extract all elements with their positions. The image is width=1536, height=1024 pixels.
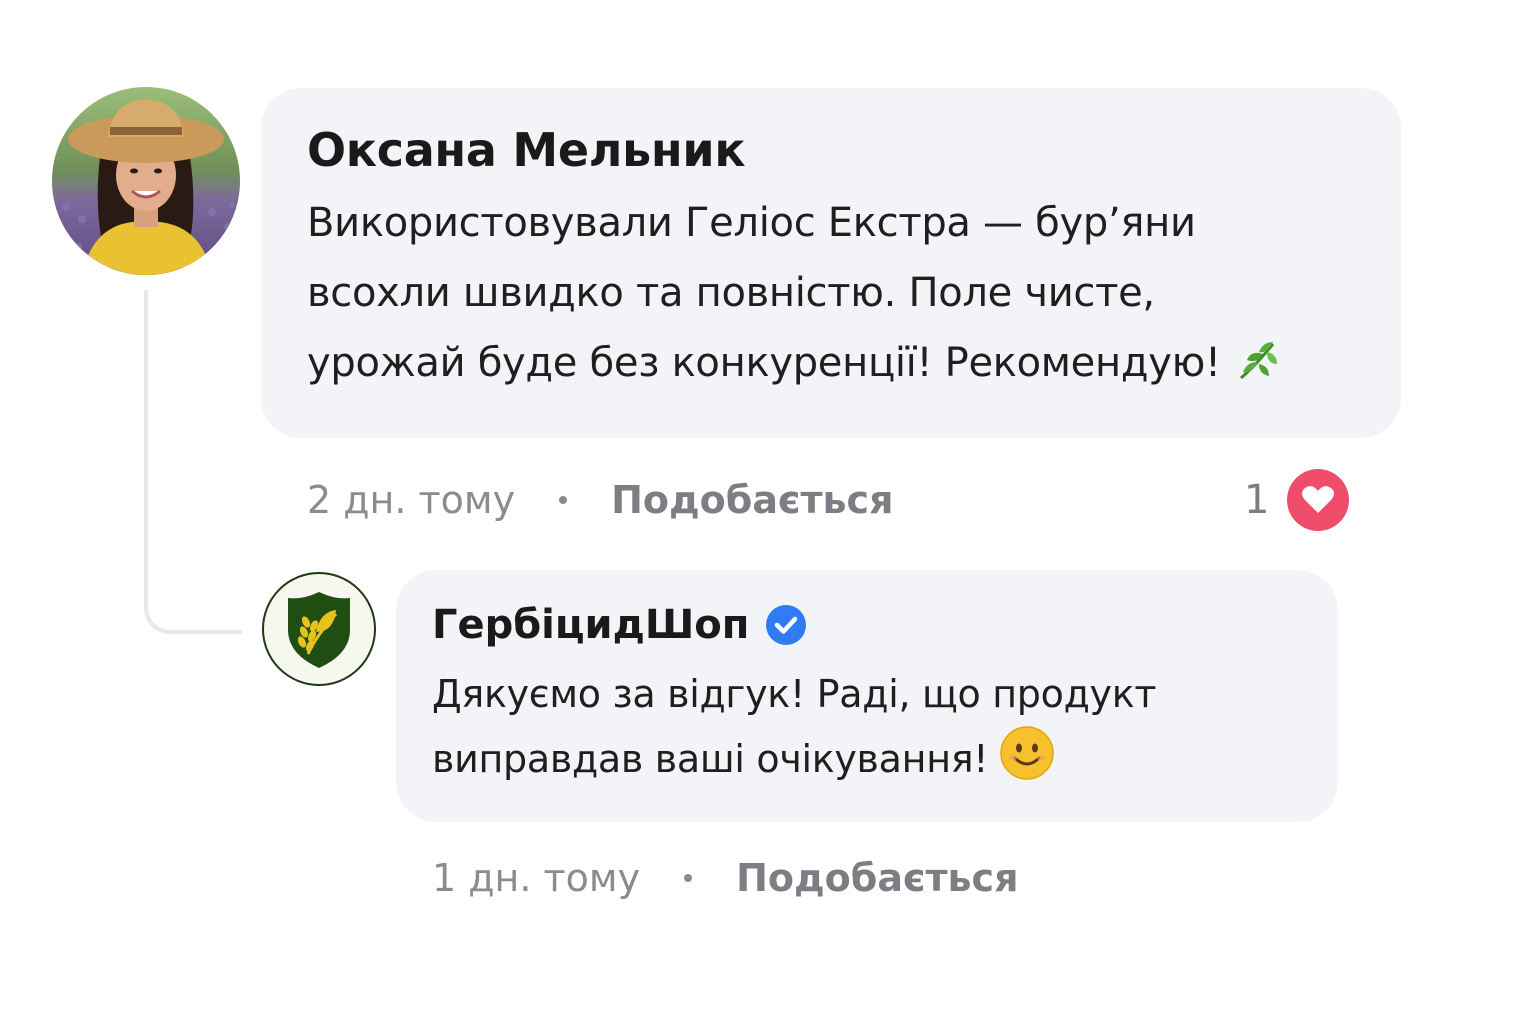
reaction-summary[interactable]: 1 bbox=[1244, 468, 1350, 532]
reply-like-button[interactable]: Подобається bbox=[736, 856, 1018, 900]
comment-text-line: Використовували Геліос Екстра — бур’яни bbox=[307, 200, 1196, 246]
reply-bubble: ГербіцидШоп Дякуємо за відгук! Раді, що … bbox=[396, 570, 1338, 822]
heart-icon bbox=[1287, 469, 1350, 531]
comment-meta: 2 дн. тому Подобається bbox=[307, 468, 893, 532]
comment-timestamp[interactable]: 2 дн. тому bbox=[307, 478, 515, 522]
meta-separator-dot bbox=[559, 496, 568, 504]
thread-connector-line bbox=[144, 290, 242, 634]
reply-text: Дякуємо за відгук! Раді, що продукт випр… bbox=[432, 662, 1308, 791]
shield-leaf-logo-icon bbox=[288, 592, 350, 668]
reply-author-name[interactable]: ГербіцидШоп bbox=[432, 596, 749, 654]
reply-text-line: Дякуємо за відгук! Раді, що продукт bbox=[432, 672, 1157, 716]
meta-separator-dot bbox=[684, 874, 693, 882]
smiling-face-icon bbox=[1000, 726, 1054, 780]
reply-text-line: виправдав ваші очікування! bbox=[432, 737, 989, 781]
comment-text-line-last: урожай буде без конкуренції! Рекомендую! bbox=[307, 328, 1361, 398]
reply-author: ГербіцидШоп bbox=[432, 596, 1308, 654]
shop-avatar-logo[interactable] bbox=[262, 572, 376, 686]
comment-author-name[interactable]: Оксана Мельник bbox=[307, 114, 1361, 186]
comment-bubble: Оксана Мельник Використовували Геліос Ек… bbox=[261, 88, 1401, 438]
woman-in-hat-photo bbox=[52, 87, 240, 275]
comment-text-line: урожай буде без конкуренції! Рекомендую! bbox=[307, 340, 1221, 386]
verified-badge-icon bbox=[766, 605, 807, 645]
like-button[interactable]: Подобається bbox=[611, 478, 893, 522]
comment-thread: Оксана Мельник Використовували Геліос Ек… bbox=[0, 0, 1536, 1024]
reply-text-line-last: виправдав ваші очікування! bbox=[432, 726, 1308, 791]
reaction-count: 1 bbox=[1244, 477, 1270, 523]
reply-timestamp[interactable]: 1 дн. тому bbox=[432, 856, 640, 900]
commenter-avatar[interactable] bbox=[52, 87, 240, 275]
reply-meta: 1 дн. тому Подобається bbox=[432, 846, 1018, 910]
herb-icon bbox=[1240, 342, 1278, 380]
comment-text: Використовували Геліос Екстра — бур’яни … bbox=[307, 188, 1361, 398]
comment-text-line: всохли швидко та повністю. Поле чисте, bbox=[307, 270, 1155, 316]
